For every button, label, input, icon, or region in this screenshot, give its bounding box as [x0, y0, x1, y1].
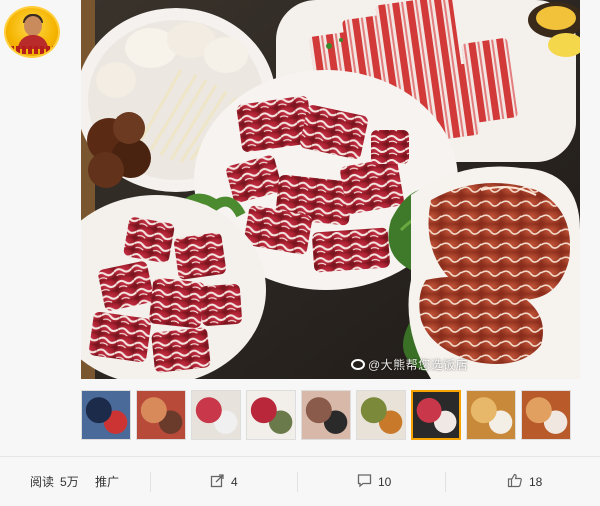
- comment-icon: [357, 473, 372, 491]
- promote-label: 推广: [95, 475, 120, 489]
- action-separator: [150, 457, 151, 506]
- photo-thumbnail[interactable]: [81, 390, 131, 440]
- post-main-photo[interactable]: @大熊帮您选饭店: [81, 0, 580, 379]
- action-separator: [445, 457, 446, 506]
- thumbs-up-icon: [507, 473, 523, 491]
- photo-thumbnail[interactable]: [136, 390, 186, 440]
- photo-thumbnail[interactable]: [191, 390, 241, 440]
- read-label: 阅读: [30, 475, 55, 489]
- photo-thumbnail[interactable]: [356, 390, 406, 440]
- share-icon: [210, 473, 225, 491]
- watermark-text: @大熊帮您选饭店: [368, 358, 469, 372]
- photo-thumbnail[interactable]: [246, 390, 296, 440]
- photo-watermark: @大熊帮您选饭店: [351, 356, 468, 373]
- read-count: 5万: [60, 475, 79, 489]
- like-button[interactable]: 18: [507, 457, 542, 506]
- photo-thumbnail[interactable]: [466, 390, 516, 440]
- promote-button[interactable]: 推广: [95, 457, 119, 506]
- photo-thumbnail[interactable]: [301, 390, 351, 440]
- share-button[interactable]: 4: [210, 457, 238, 506]
- action-separator: [297, 457, 298, 506]
- share-count: 4: [231, 474, 238, 489]
- read-count-item: 阅读 5万: [30, 457, 79, 506]
- photo-thumbnail[interactable]: [521, 390, 571, 440]
- weibo-logo-icon: [351, 359, 365, 370]
- comment-button[interactable]: 10: [357, 457, 391, 506]
- food-photo-illustration: [81, 0, 580, 379]
- avatar-logo-text: [10, 46, 54, 54]
- user-avatar[interactable]: [4, 6, 60, 58]
- photo-thumbnail[interactable]: [411, 390, 461, 440]
- post-action-bar: 阅读 5万 推广 4 10 18: [0, 457, 600, 506]
- weibo-post-card: @大熊帮您选饭店 阅读 5万 推广 4 10 18: [0, 0, 600, 506]
- thumbnail-strip: [81, 390, 581, 442]
- comment-count: 10: [378, 474, 392, 489]
- like-count: 18: [529, 474, 543, 489]
- avatar-face: [24, 16, 42, 36]
